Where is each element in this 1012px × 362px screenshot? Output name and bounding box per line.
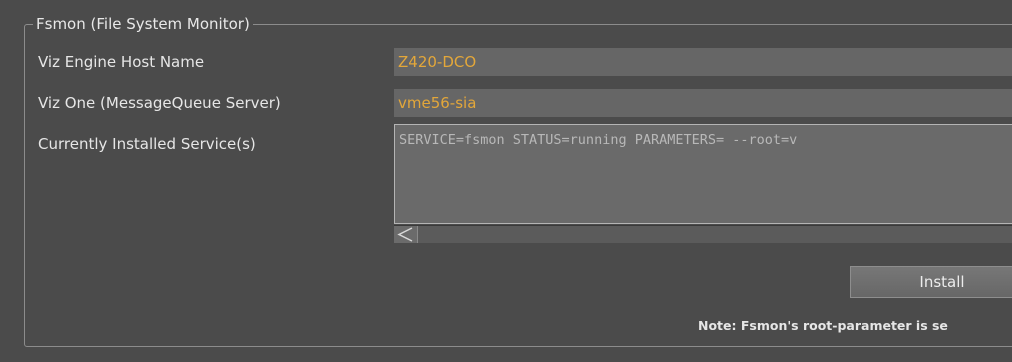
scroll-left-button[interactable] bbox=[394, 226, 418, 243]
groupbox-title: Fsmon (File System Monitor) bbox=[33, 14, 253, 34]
message-queue-field[interactable]: vme56-sia bbox=[394, 89, 1012, 117]
arrow-left-icon bbox=[397, 227, 413, 242]
install-button[interactable]: Install bbox=[850, 266, 1012, 298]
scroll-track[interactable] bbox=[418, 226, 1012, 243]
message-queue-label: Viz One (MessageQueue Server) bbox=[38, 94, 281, 112]
root-parameter-note: Note: Fsmon's root-parameter is se bbox=[698, 318, 948, 333]
installed-services-textarea[interactable]: SERVICE=fsmon STATUS=running PARAMETERS=… bbox=[394, 124, 1012, 224]
installed-services-label: Currently Installed Service(s) bbox=[38, 135, 256, 153]
horizontal-scrollbar[interactable] bbox=[394, 225, 1012, 243]
host-name-label: Viz Engine Host Name bbox=[38, 53, 205, 71]
host-name-field[interactable]: Z420-DCO bbox=[394, 48, 1012, 76]
